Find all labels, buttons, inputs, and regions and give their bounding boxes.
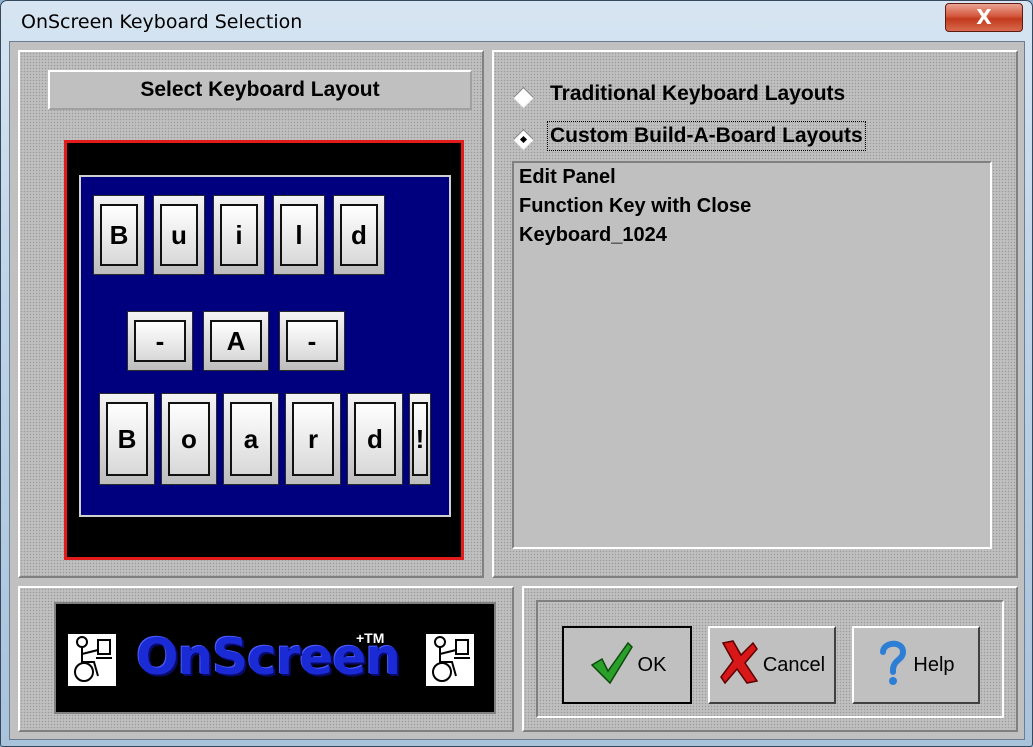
ok-button[interactable]: OK xyxy=(562,626,692,704)
checkmark-icon xyxy=(588,639,634,691)
radio-diamond-icon xyxy=(512,86,535,109)
layout-preview: B u i l d - A - B o a r d ! xyxy=(64,140,464,560)
panel-heading: Select Keyboard Layout xyxy=(48,70,472,110)
preview-board: B u i l d - A - B o a r d ! xyxy=(79,175,451,517)
preview-key: u xyxy=(153,195,205,275)
preview-key: d xyxy=(333,195,385,275)
list-item[interactable]: Edit Panel xyxy=(514,163,990,192)
radio-label: Custom Build-A-Board Layouts xyxy=(547,121,866,151)
x-mark-icon xyxy=(719,639,759,691)
close-icon: X xyxy=(976,5,992,29)
dialog-client-area: Select Keyboard Layout B u i l d - A - B… xyxy=(9,41,1025,740)
preview-key: - xyxy=(279,311,345,371)
ok-label: OK xyxy=(637,653,667,676)
preview-key: d xyxy=(347,393,403,485)
question-mark-icon xyxy=(877,638,909,692)
layout-preview-panel: Select Keyboard Layout B u i l d - A - B… xyxy=(18,50,484,578)
wheelchair-user-icon xyxy=(426,634,474,686)
cancel-label: Cancel xyxy=(762,653,826,676)
title-bar[interactable]: OnScreen Keyboard Selection X xyxy=(1,1,1032,41)
preview-key: - xyxy=(127,311,193,371)
preview-key: r xyxy=(285,393,341,485)
help-label: Help xyxy=(913,653,955,676)
radio-diamond-icon xyxy=(512,128,535,151)
preview-key: a xyxy=(223,393,279,485)
layout-options-panel: Traditional Keyboard Layouts Custom Buil… xyxy=(492,50,1018,578)
layout-list[interactable]: Edit Panel Function Key with Close Keybo… xyxy=(512,161,992,549)
window-title: OnScreen Keyboard Selection xyxy=(21,11,303,33)
preview-key: B xyxy=(93,195,145,275)
close-button[interactable]: X xyxy=(945,3,1023,32)
list-item[interactable]: Keyboard_1024 xyxy=(514,221,990,250)
cancel-button[interactable]: Cancel xyxy=(708,626,836,704)
preview-key: i xyxy=(213,195,265,275)
preview-key: B xyxy=(99,393,155,485)
preview-key: ! xyxy=(409,393,431,485)
preview-key: A xyxy=(203,311,269,371)
dialog-window: OnScreen Keyboard Selection X Select Key… xyxy=(0,0,1033,747)
help-button[interactable]: Help xyxy=(852,626,980,704)
preview-key: o xyxy=(161,393,217,485)
trademark-text: +TM xyxy=(356,630,385,646)
logo-panel: OnScreen +TM xyxy=(18,586,514,732)
onscreen-logo: OnScreen +TM xyxy=(54,602,496,714)
preview-key: l xyxy=(273,195,325,275)
radio-label: Traditional Keyboard Layouts xyxy=(550,82,846,105)
list-item[interactable]: Function Key with Close xyxy=(514,192,990,221)
wheelchair-user-icon xyxy=(68,634,116,686)
